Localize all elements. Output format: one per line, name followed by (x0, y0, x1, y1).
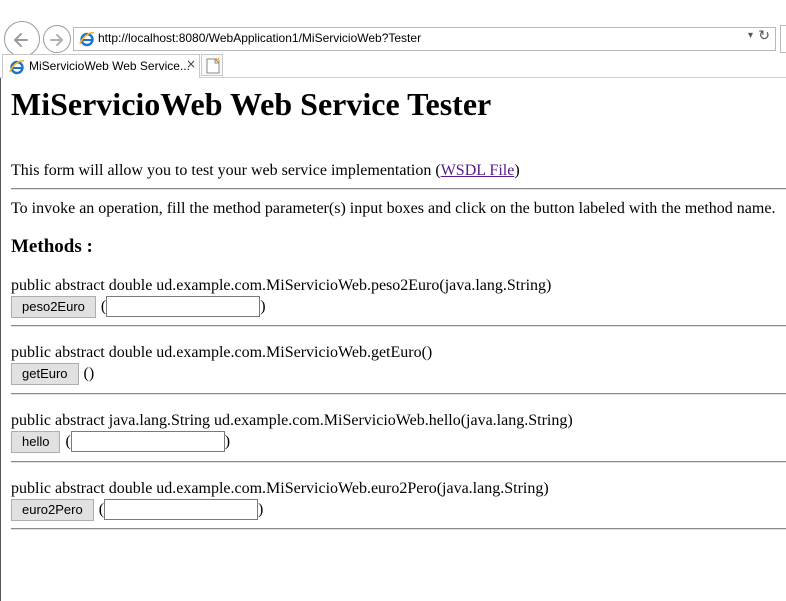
page-viewport: MiServicioWeb Web Service Tester This fo… (0, 78, 786, 601)
hello-button[interactable]: hello (11, 431, 61, 453)
new-tab-button[interactable] (201, 54, 223, 76)
new-tab-icon (206, 58, 220, 74)
hello-param-input[interactable] (70, 431, 225, 452)
method-signature: public abstract java.lang.String ud.exam… (11, 412, 573, 429)
divider (11, 528, 786, 530)
method-signature: public abstract double ud.example.com.Mi… (11, 480, 549, 497)
back-button[interactable] (4, 21, 40, 57)
euro2pero-button[interactable]: euro2Pero (11, 499, 94, 521)
method-row-hello: hello() (11, 431, 230, 453)
methods-heading: Methods : (11, 236, 93, 257)
instructions-text: To invoke an operation, fill the method … (11, 200, 776, 217)
ie-logo-icon (9, 59, 25, 80)
geteuro-button[interactable]: getEuro (11, 363, 79, 385)
intro-close: ) (514, 162, 520, 179)
divider (11, 325, 786, 327)
peso2euro-button[interactable]: peso2Euro (11, 296, 96, 318)
divider (11, 393, 786, 395)
address-url[interactable]: http://localhost:8080/WebApplication1/Mi… (98, 31, 421, 45)
wsdl-link[interactable]: WSDL File (441, 162, 515, 179)
peso2euro-param-input[interactable] (106, 296, 261, 317)
refresh-icon[interactable]: ↻ (758, 28, 770, 44)
method-row-geteuro: getEuro() (11, 363, 94, 385)
intro-text: This form will allow you to test your we… (11, 162, 520, 180)
method-row-peso2euro: peso2Euro() (11, 296, 266, 318)
euro2pero-param-input[interactable] (104, 499, 259, 520)
address-bar[interactable]: http://localhost:8080/WebApplication1/Mi… (73, 27, 776, 51)
dropdown-icon[interactable]: ▾ (748, 30, 753, 41)
empty-parens: () (83, 365, 95, 382)
tab-strip: MiServicioWeb Web Service... × (0, 54, 786, 78)
close-icon[interactable]: × (186, 57, 196, 71)
close-paren: ) (258, 501, 264, 518)
divider (11, 461, 786, 463)
method-row-euro2pero: euro2Pero() (11, 499, 263, 521)
ie-logo-icon (79, 31, 95, 52)
intro-label: This form will allow you to test your we… (11, 162, 441, 179)
back-arrow-icon (14, 33, 28, 47)
method-signature: public abstract double ud.example.com.Mi… (11, 344, 433, 361)
forward-arrow-icon (50, 34, 63, 46)
toolbar-edge (780, 25, 786, 53)
close-paren: ) (260, 298, 266, 315)
tab-active[interactable]: MiServicioWeb Web Service... × (2, 54, 200, 78)
tab-title: MiServicioWeb Web Service... (29, 59, 190, 73)
method-signature: public abstract double ud.example.com.Mi… (11, 277, 552, 294)
page-title: MiServicioWeb Web Service Tester (11, 86, 492, 122)
close-paren: ) (224, 433, 231, 450)
divider (11, 188, 786, 190)
forward-button[interactable] (43, 25, 71, 53)
browser-chrome: http://localhost:8080/WebApplication1/Mi… (0, 0, 786, 78)
